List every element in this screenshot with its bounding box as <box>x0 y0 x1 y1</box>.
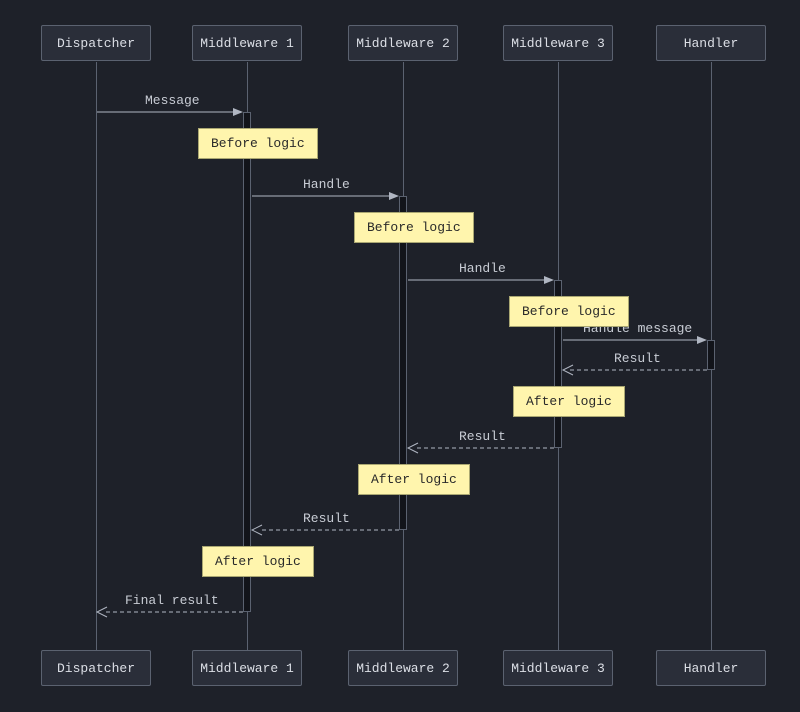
actor-mw2-top: Middleware 2 <box>348 25 458 61</box>
actor-dispatcher-top: Dispatcher <box>41 25 151 61</box>
msg-mw1-mw2: Handle <box>303 177 350 192</box>
actor-label: Middleware 1 <box>200 661 294 676</box>
actor-label: Middleware 2 <box>356 36 450 51</box>
note-mw1-before: Before logic <box>198 128 318 159</box>
note-mw2-before: Before logic <box>354 212 474 243</box>
note-mw1-after: After logic <box>202 546 314 577</box>
actor-label: Middleware 1 <box>200 36 294 51</box>
actor-label: Middleware 3 <box>511 36 605 51</box>
msg-mw3-mw2: Result <box>459 429 506 444</box>
actor-label: Handler <box>684 36 739 51</box>
sequence-diagram: Dispatcher Middleware 1 Middleware 2 Mid… <box>0 0 800 712</box>
activation-handler <box>707 340 715 370</box>
msg-mw2-mw3: Handle <box>459 261 506 276</box>
actor-label: Dispatcher <box>57 36 135 51</box>
msg-mw2-mw1: Result <box>303 511 350 526</box>
lifeline-dispatcher <box>96 62 97 650</box>
msg-mw1-dispatch: Final result <box>125 593 219 608</box>
note-mw3-before: Before logic <box>509 296 629 327</box>
note-mw2-after: After logic <box>358 464 470 495</box>
actor-handler-top: Handler <box>656 25 766 61</box>
msg-handler-mw3: Result <box>614 351 661 366</box>
actor-label: Middleware 2 <box>356 661 450 676</box>
actor-handler-bottom: Handler <box>656 650 766 686</box>
actor-mw1-bottom: Middleware 1 <box>192 650 302 686</box>
actor-label: Middleware 3 <box>511 661 605 676</box>
note-mw3-after: After logic <box>513 386 625 417</box>
actor-mw1-top: Middleware 1 <box>192 25 302 61</box>
actor-label: Handler <box>684 661 739 676</box>
actor-mw2-bottom: Middleware 2 <box>348 650 458 686</box>
activation-mw1 <box>243 112 251 612</box>
msg-dispatch-mw1: Message <box>145 93 200 108</box>
actor-label: Dispatcher <box>57 661 135 676</box>
actor-mw3-top: Middleware 3 <box>503 25 613 61</box>
actor-dispatcher-bottom: Dispatcher <box>41 650 151 686</box>
actor-mw3-bottom: Middleware 3 <box>503 650 613 686</box>
